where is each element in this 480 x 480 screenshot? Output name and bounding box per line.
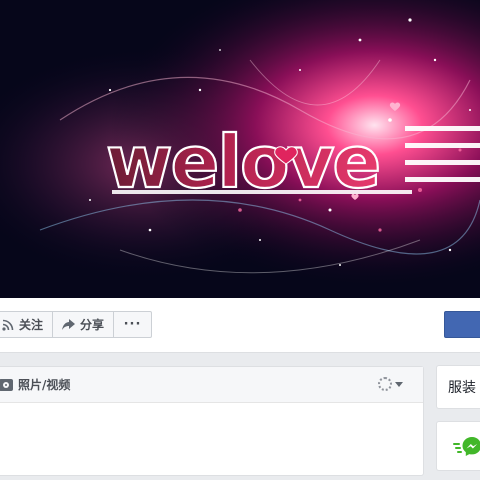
primary-action-button[interactable] xyxy=(444,311,480,338)
follow-label: 关注 xyxy=(19,318,44,332)
share-arrow-icon xyxy=(62,319,76,330)
action-button-group: 关注 分享 ··· xyxy=(0,311,153,338)
cover-photo[interactable]: welove xyxy=(0,0,480,298)
more-label: ··· xyxy=(123,317,142,332)
chevron-down-icon xyxy=(395,381,403,387)
rss-icon xyxy=(2,319,14,331)
composer-input-area[interactable] xyxy=(0,404,423,475)
messenger-icon xyxy=(453,437,480,456)
more-options-button[interactable]: ··· xyxy=(114,312,151,337)
audience-selector-icon xyxy=(378,377,392,391)
share-button[interactable]: 分享 xyxy=(53,312,115,337)
category-label: 服装 xyxy=(448,380,476,396)
cover-artwork: welove xyxy=(0,0,480,298)
tab-photo-video-label: 照片/视频 xyxy=(18,378,71,392)
cover-logo-text: welove xyxy=(106,120,379,204)
audience-selector[interactable] xyxy=(378,377,403,391)
composer-tabs: 照片/视频 xyxy=(0,367,423,403)
category-card[interactable]: 服装 xyxy=(436,365,480,409)
tab-photo-video[interactable]: 照片/视频 xyxy=(0,367,70,402)
page-action-bar: 关注 分享 ··· xyxy=(0,298,480,353)
messenger-card[interactable] xyxy=(436,421,480,471)
camera-icon xyxy=(0,378,13,391)
composer-card: 照片/视频 xyxy=(0,366,424,476)
share-label: 分享 xyxy=(80,318,105,332)
follow-button[interactable]: 关注 xyxy=(0,312,54,337)
